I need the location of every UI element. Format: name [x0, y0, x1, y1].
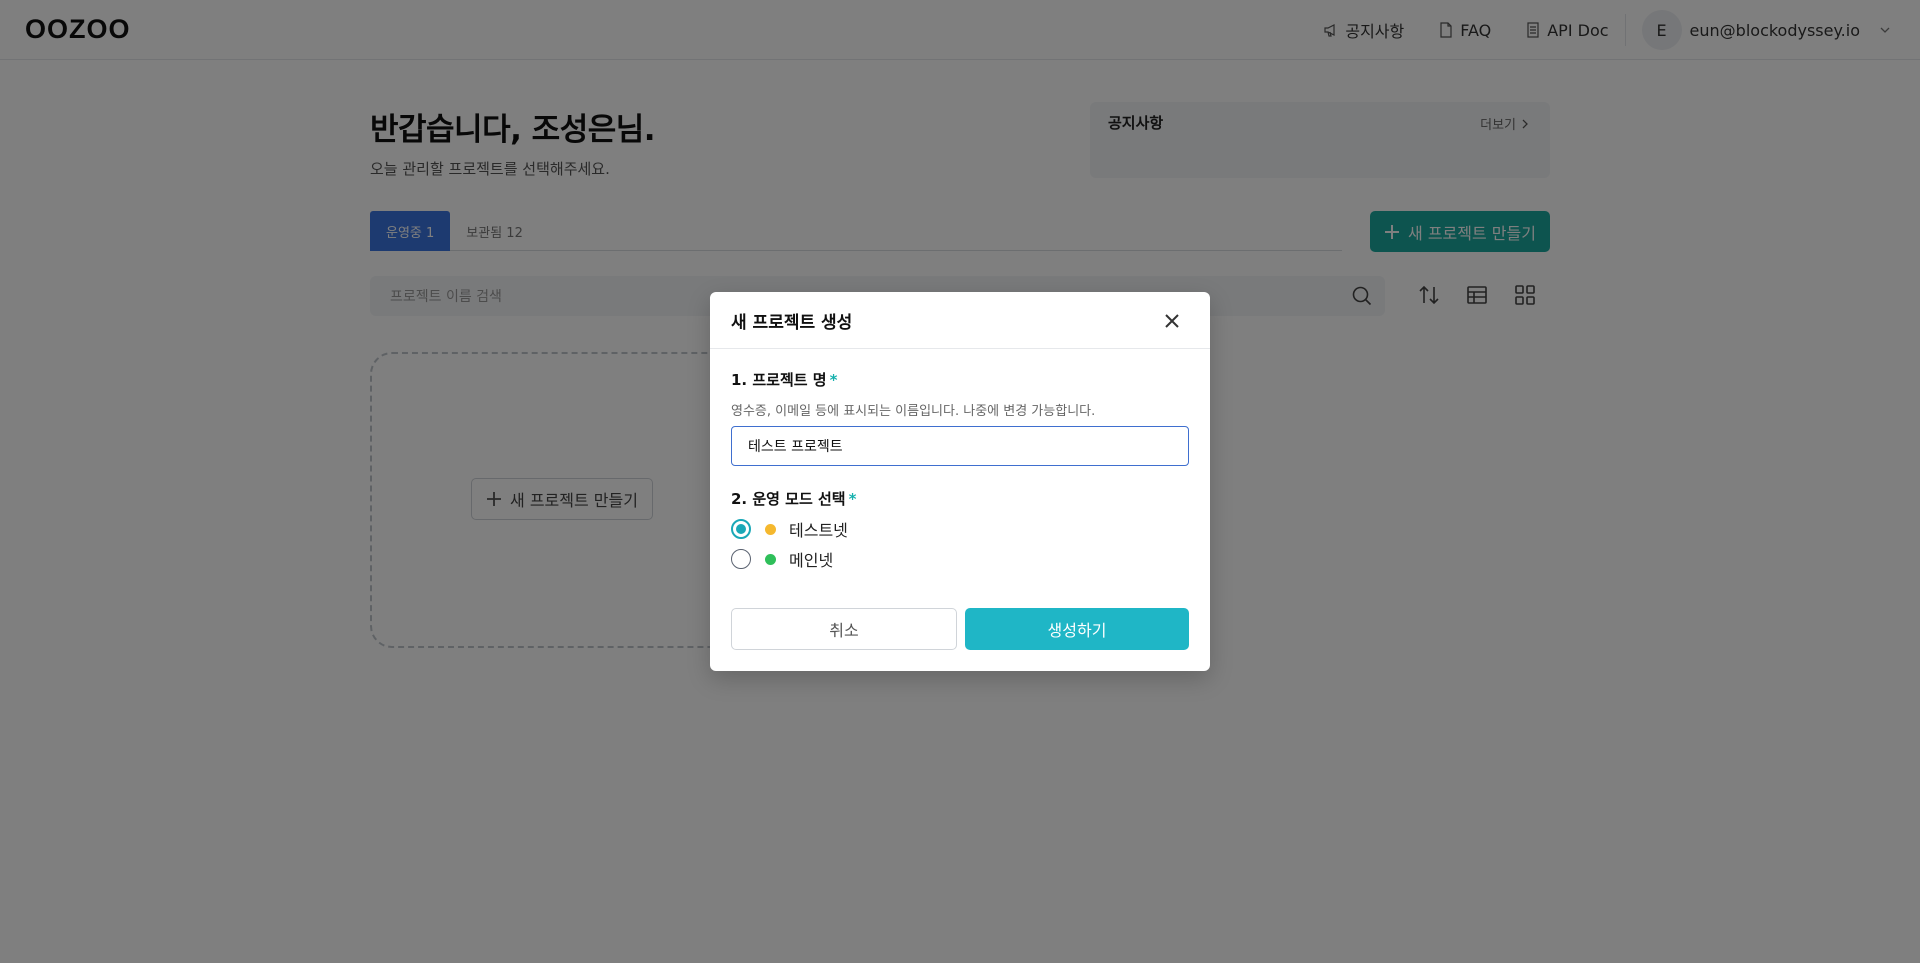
project-name-label-text: 1. 프로젝트 명: [731, 371, 827, 389]
mode-label: 2. 운영 모드 선택 *: [731, 488, 1189, 509]
testnet-status-dot: [765, 523, 776, 535]
modal-actions: 취소 생성하기: [731, 608, 1189, 650]
project-name-input[interactable]: [731, 426, 1189, 466]
modal-header: 새 프로젝트 생성: [710, 292, 1210, 349]
close-icon[interactable]: [1162, 311, 1182, 331]
create-project-modal: 새 프로젝트 생성 1. 프로젝트 명 * 영수증, 이메일 등에 표시되는 이름…: [710, 292, 1210, 671]
modal-body: 1. 프로젝트 명 * 영수증, 이메일 등에 표시되는 이름입니다. 나중에 변…: [710, 349, 1210, 570]
modal-title: 새 프로젝트 생성: [731, 312, 853, 333]
required-mark: *: [829, 371, 838, 389]
mainnet-label: 메인넷: [789, 551, 834, 570]
required-mark: *: [848, 490, 857, 508]
testnet-label: 테스트넷: [789, 521, 848, 540]
radio-testnet[interactable]: [731, 519, 751, 539]
project-name-label: 1. 프로젝트 명 *: [731, 369, 1189, 390]
mode-option-mainnet[interactable]: 메인넷: [731, 549, 1189, 570]
mainnet-status-dot: [765, 553, 776, 565]
radio-mainnet[interactable]: [731, 549, 751, 569]
create-button[interactable]: 생성하기: [965, 608, 1189, 650]
cancel-button[interactable]: 취소: [731, 608, 957, 650]
mode-label-text: 2. 운영 모드 선택: [731, 490, 846, 508]
project-name-help: 영수증, 이메일 등에 표시되는 이름입니다. 나중에 변경 가능합니다.: [731, 404, 1096, 419]
mode-option-testnet[interactable]: 테스트넷: [731, 519, 1189, 540]
